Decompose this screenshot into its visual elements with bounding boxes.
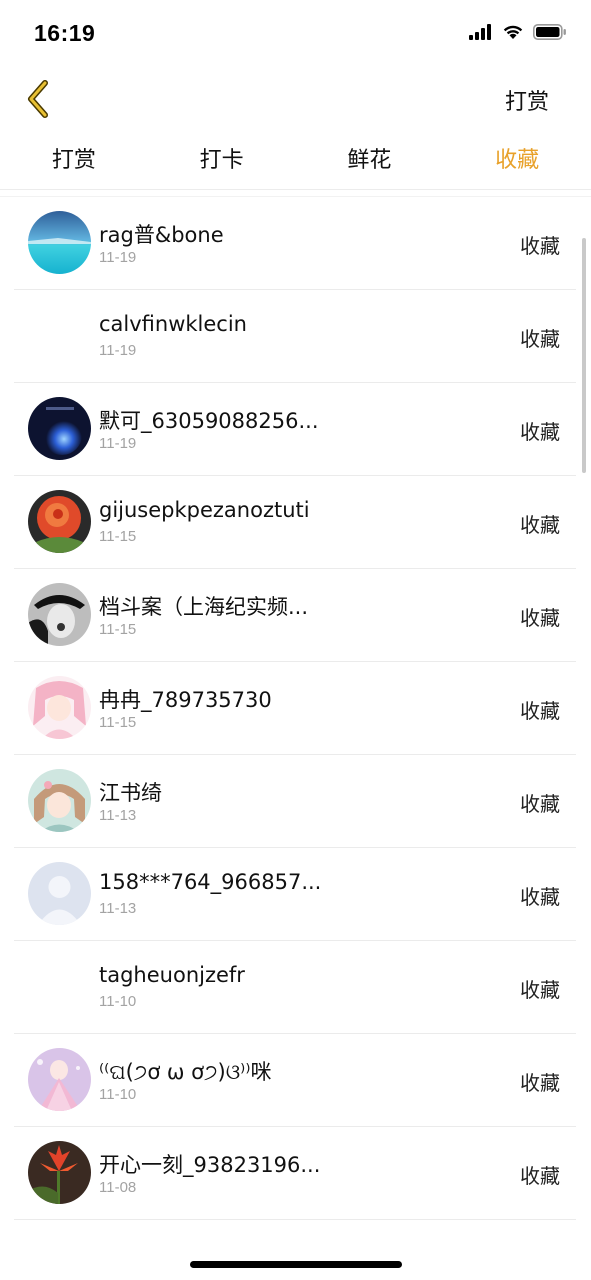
list-item[interactable]: tagheuonjzefr 11-10 收藏 — [14, 941, 576, 1034]
avatar[interactable] — [28, 211, 91, 274]
item-date: 11-10 — [99, 1086, 137, 1103]
avatar[interactable] — [28, 769, 91, 832]
list-item[interactable]: 默可_63059088256... 11-19 收藏 — [14, 383, 576, 476]
list-item[interactable]: rag普&bone 11-19 收藏 — [14, 197, 576, 290]
list-item[interactable]: gijusepkpezanoztuti 11-15 收藏 — [14, 476, 576, 569]
user-name: 158***764_966857... — [99, 870, 322, 894]
item-date: 11-10 — [99, 993, 137, 1010]
user-name: tagheuonjzefr — [99, 963, 245, 987]
status-time: 16:19 — [34, 20, 96, 46]
user-name: 江书绮 — [99, 781, 162, 805]
nav-bar: 打赏 — [0, 70, 591, 130]
avatar[interactable] — [28, 490, 91, 553]
item-date: 11-15 — [99, 621, 137, 638]
list-item[interactable]: ⁽⁽ଘ(੭ơ ω ơ੭)ଓ⁾⁾咪 11-10 收藏 — [14, 1034, 576, 1127]
reward-link[interactable]: 打赏 — [505, 84, 549, 116]
item-date: 11-15 — [99, 528, 137, 545]
action-label: 收藏 — [520, 1071, 560, 1095]
avatar[interactable] — [28, 583, 91, 646]
avatar[interactable] — [28, 1048, 91, 1111]
action-label: 收藏 — [520, 327, 560, 351]
list-item[interactable]: 158***764_966857... 11-13 收藏 — [14, 848, 576, 941]
action-label: 收藏 — [520, 234, 560, 258]
action-label: 收藏 — [520, 792, 560, 816]
list-item[interactable]: 开心一刻_93823196... 11-08 收藏 — [14, 1127, 576, 1220]
avatar[interactable] — [28, 1141, 91, 1204]
avatar[interactable] — [28, 397, 91, 460]
user-name: 档斗案（上海纪实频... — [99, 595, 309, 619]
home-indicator[interactable] — [190, 1261, 402, 1268]
wifi-icon — [503, 25, 523, 39]
tab-favorites[interactable]: 收藏 — [443, 136, 591, 188]
item-date: 11-13 — [99, 807, 137, 824]
back-button[interactable] — [18, 78, 58, 120]
default-avatar-icon — [28, 862, 91, 925]
action-label: 收藏 — [520, 606, 560, 630]
tab-checkin[interactable]: 打卡 — [148, 136, 296, 188]
item-date: 11-19 — [99, 342, 137, 359]
tab-reward[interactable]: 打赏 — [0, 136, 148, 188]
scrollbar[interactable] — [582, 238, 586, 473]
list-item[interactable]: 江书绮 11-13 收藏 — [14, 755, 576, 848]
item-date: 11-15 — [99, 714, 137, 731]
battery-icon — [533, 24, 566, 40]
user-name: rag普&bone — [99, 223, 224, 247]
avatar[interactable] — [28, 862, 91, 925]
user-name: 开心一刻_93823196... — [99, 1153, 321, 1177]
list-item[interactable]: 档斗案（上海纪实频... 11-15 收藏 — [14, 569, 576, 662]
avatar[interactable] — [28, 676, 91, 739]
item-date: 11-19 — [99, 249, 137, 266]
item-date: 11-13 — [99, 900, 137, 917]
tabs-divider — [0, 189, 591, 190]
tab-flowers[interactable]: 鲜花 — [296, 136, 444, 188]
action-label: 收藏 — [520, 699, 560, 723]
list-item[interactable]: 冉冉_789735730 11-15 收藏 — [14, 662, 576, 755]
action-label: 收藏 — [520, 1164, 560, 1188]
item-date: 11-08 — [99, 1179, 137, 1196]
action-label: 收藏 — [520, 978, 560, 1002]
favorites-list: rag普&bone 11-19 收藏 calvfinwklecin 11-19 … — [14, 197, 576, 1220]
action-label: 收藏 — [520, 885, 560, 909]
action-label: 收藏 — [520, 513, 560, 537]
signal-icon — [469, 24, 491, 40]
user-name: ⁽⁽ଘ(੭ơ ω ơ੭)ଓ⁾⁾咪 — [99, 1060, 272, 1084]
action-label: 收藏 — [520, 420, 560, 444]
status-bar: 16:19 — [0, 0, 591, 70]
user-name: calvfinwklecin — [99, 312, 247, 336]
tab-bar: 打赏 打卡 鲜花 收藏 — [0, 136, 591, 188]
user-name: 冉冉_789735730 — [99, 688, 272, 712]
user-name: 默可_63059088256... — [99, 409, 319, 433]
item-date: 11-19 — [99, 435, 137, 452]
chevron-left-icon — [28, 80, 48, 118]
user-name: gijusepkpezanoztuti — [99, 498, 310, 522]
list-item[interactable]: calvfinwklecin 11-19 收藏 — [14, 290, 576, 383]
status-icons — [469, 24, 567, 40]
